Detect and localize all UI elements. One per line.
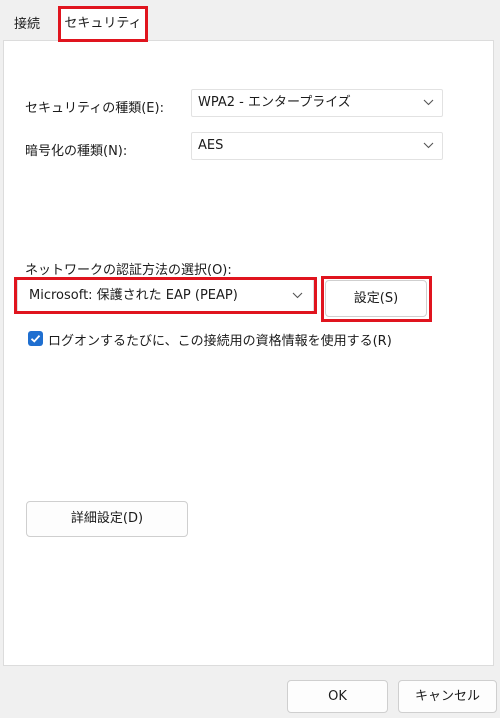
auth-method-value: Microsoft: 保護された EAP (PEAP) (29, 288, 238, 303)
auth-method-dropdown[interactable]: Microsoft: 保護された EAP (PEAP) (17, 279, 314, 312)
auth-method-label: ネットワークの認証方法の選択(O): (25, 263, 232, 278)
security-type-dropdown[interactable]: WPA2 - エンタープライズ (191, 89, 443, 117)
security-panel: セキュリティの種類(E): WPA2 - エンタープライズ 暗号化の種類(N):… (3, 40, 494, 666)
encryption-type-dropdown[interactable]: AES (191, 132, 443, 160)
settings-button[interactable]: 設定(S) (325, 280, 427, 317)
tab-connection[interactable]: 接続 (4, 10, 50, 40)
chevron-down-icon (423, 142, 434, 149)
security-type-value: WPA2 - エンタープライズ (198, 95, 351, 110)
ok-button[interactable]: OK (287, 680, 388, 713)
remember-credentials-checkbox[interactable] (28, 331, 43, 346)
advanced-settings-button[interactable]: 詳細設定(D) (26, 501, 188, 537)
chevron-down-icon (292, 292, 303, 299)
cancel-button[interactable]: キャンセル (398, 680, 497, 713)
chevron-down-icon (423, 99, 434, 106)
encryption-type-value: AES (198, 138, 224, 153)
remember-credentials-label: ログオンするたびに、この接続用の資格情報を使用する(R) (48, 334, 392, 349)
tab-security[interactable]: セキュリティ (58, 6, 148, 42)
checkmark-icon (30, 334, 41, 343)
encryption-type-label: 暗号化の種類(N): (25, 144, 128, 159)
security-type-label: セキュリティの種類(E): (25, 101, 164, 116)
